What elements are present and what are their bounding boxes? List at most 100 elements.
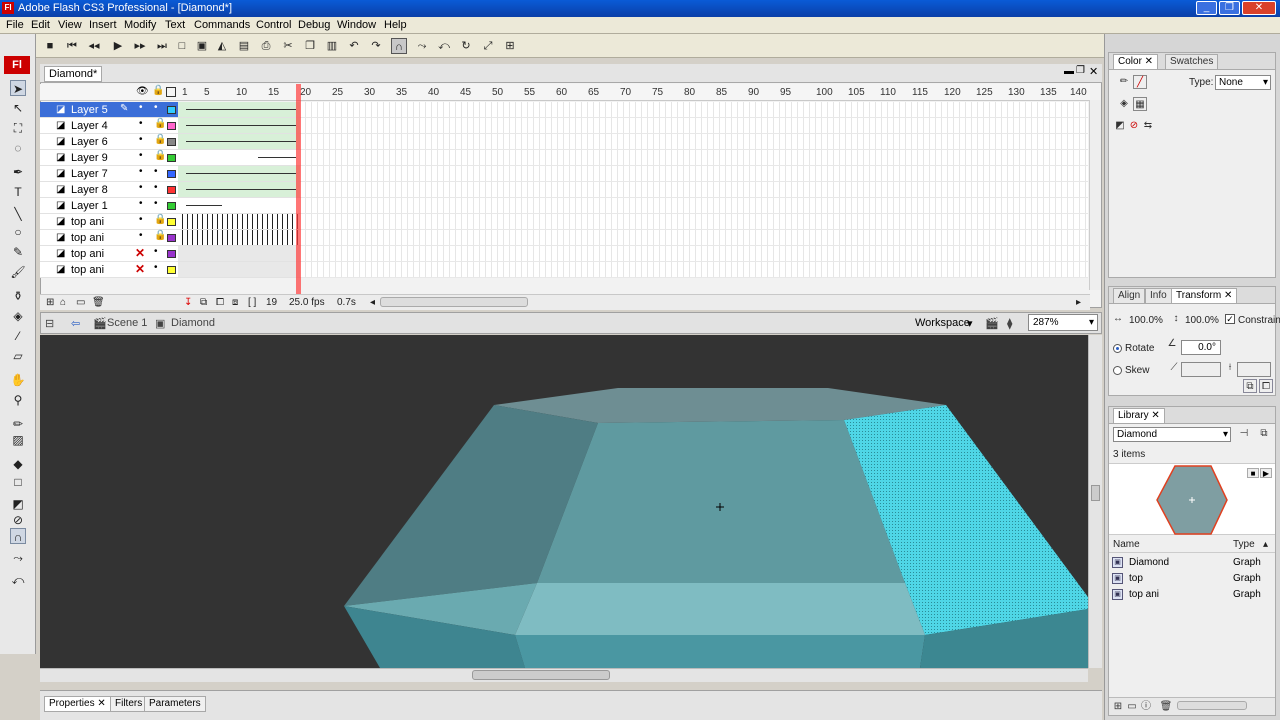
layer-color-swatch[interactable] bbox=[167, 234, 176, 242]
frame-span[interactable] bbox=[178, 134, 300, 150]
close-window-button[interactable]: ✕ bbox=[1242, 1, 1276, 15]
step-forward-icon[interactable]: ▸▸ bbox=[132, 38, 148, 54]
lock-dot[interactable]: • bbox=[154, 246, 158, 257]
frame-grid-row[interactable] bbox=[300, 134, 1088, 150]
subselection-tool-icon[interactable]: ↖ bbox=[10, 100, 26, 116]
lock-icon[interactable]: 🔒 bbox=[154, 134, 166, 145]
layer-row[interactable]: ◪ Layer 4 • 🔒 bbox=[40, 118, 178, 134]
visibility-dot[interactable]: • bbox=[139, 198, 143, 209]
frame-span[interactable] bbox=[178, 182, 300, 198]
frame-grid-row[interactable] bbox=[300, 102, 1088, 118]
eyedropper-tool-icon[interactable]: ⁄ bbox=[10, 328, 26, 344]
no-color-icon[interactable]: ⊘ bbox=[1127, 119, 1141, 133]
lock-icon[interactable]: 🔒 bbox=[154, 230, 166, 241]
modify-markers-icon[interactable]: [ ] bbox=[248, 297, 256, 308]
fill-type-select[interactable]: None ▾ bbox=[1215, 75, 1271, 90]
document-tab[interactable]: Diamond* bbox=[44, 66, 103, 82]
ink-bottle-tool-icon[interactable]: ⚱ bbox=[10, 288, 26, 304]
frame-span[interactable] bbox=[178, 150, 300, 166]
name-column-header[interactable]: Name bbox=[1113, 539, 1140, 550]
scene-breadcrumb[interactable]: Scene 1 bbox=[107, 317, 147, 329]
minimize-doc-icon[interactable]: ▬ bbox=[1064, 66, 1074, 77]
align-icon[interactable]: ⊞ bbox=[502, 38, 518, 54]
playhead[interactable] bbox=[296, 84, 301, 294]
layer-color-swatch[interactable] bbox=[167, 154, 176, 162]
menu-commands[interactable]: Commands bbox=[194, 19, 250, 31]
close-doc-icon[interactable]: ✕ bbox=[1089, 65, 1098, 78]
layer-row[interactable]: ◪ Layer 9 • 🔒 bbox=[40, 150, 178, 166]
skew-v-input[interactable] bbox=[1237, 362, 1271, 377]
menu-help[interactable]: Help bbox=[384, 19, 407, 31]
rotate-skew-icon[interactable]: ↻ bbox=[458, 38, 474, 54]
lock-dot[interactable]: • bbox=[154, 262, 158, 273]
library-row[interactable]: ▣ Diamond Graph bbox=[1109, 555, 1273, 571]
layer-row[interactable]: ◪ top ani • 🔒 bbox=[40, 214, 178, 230]
fill-bucket-icon[interactable]: ◆ bbox=[10, 456, 26, 472]
rotate-radio[interactable] bbox=[1113, 344, 1122, 353]
constrain-checkbox[interactable]: ✓ bbox=[1225, 314, 1235, 324]
pencil-tool-icon[interactable]: ✎ bbox=[10, 244, 26, 260]
layer-row[interactable]: ◪ top ani ✕ • bbox=[40, 262, 178, 278]
snap-magnet-icon[interactable]: ∩ bbox=[391, 38, 407, 54]
layer-row[interactable]: ◪ Layer 1 • • bbox=[40, 198, 178, 214]
no-color-swatch-icon[interactable]: ╱ bbox=[1133, 75, 1147, 89]
lock-dot[interactable]: • bbox=[154, 166, 158, 177]
skew-radio[interactable] bbox=[1113, 366, 1122, 375]
frame-span[interactable] bbox=[178, 102, 300, 118]
play-icon[interactable]: ▶ bbox=[110, 38, 126, 54]
pin-library-icon[interactable]: ⊣ bbox=[1237, 427, 1251, 441]
tab-properties[interactable]: Properties ✕ bbox=[44, 696, 111, 712]
no-color-icon[interactable]: ⊘ bbox=[10, 512, 26, 528]
frame-span[interactable] bbox=[178, 246, 300, 262]
add-folder-icon[interactable]: ▭ bbox=[76, 297, 85, 308]
redo-icon[interactable]: ↷ bbox=[368, 38, 384, 54]
layer-color-swatch[interactable] bbox=[167, 266, 176, 274]
scale-icon[interactable]: ⤢ bbox=[480, 38, 496, 54]
tab-info[interactable]: Info bbox=[1145, 288, 1172, 303]
text-tool-icon[interactable]: T bbox=[10, 184, 26, 200]
timeline-vertical-scrollbar[interactable] bbox=[1089, 100, 1101, 290]
edit-symbol-icon[interactable]: ⧫ bbox=[1007, 317, 1012, 330]
frame-grid-row[interactable] bbox=[300, 118, 1088, 134]
new-file-icon[interactable]: □ bbox=[174, 38, 190, 54]
layer-color-swatch[interactable] bbox=[167, 106, 176, 114]
frame-grid-row[interactable] bbox=[300, 198, 1088, 214]
new-folder-icon[interactable]: ▭ bbox=[1125, 700, 1139, 714]
frame-grid-row[interactable] bbox=[300, 214, 1088, 230]
frame-grid-row[interactable] bbox=[300, 230, 1088, 246]
lasso-tool-icon[interactable]: ◌ bbox=[10, 140, 26, 156]
stage-horizontal-scrollbar[interactable] bbox=[40, 668, 1088, 682]
layer-row[interactable]: ◪ Layer 7 • • bbox=[40, 166, 178, 182]
straighten-option-icon[interactable]: ⤺ bbox=[10, 572, 26, 588]
copy-icon[interactable]: ❐ bbox=[302, 38, 318, 54]
menu-view[interactable]: View bbox=[58, 19, 82, 31]
lock-dot[interactable]: • bbox=[154, 102, 158, 113]
frame-span[interactable] bbox=[178, 262, 300, 278]
open-folder-icon[interactable]: ▣ bbox=[194, 38, 210, 54]
frame-span[interactable] bbox=[178, 198, 300, 214]
visibility-dot[interactable]: • bbox=[139, 150, 143, 161]
restore-doc-icon[interactable]: ❐ bbox=[1076, 65, 1085, 76]
black-white-icon[interactable]: ◩ bbox=[1113, 119, 1127, 133]
layer-row[interactable]: ◪ top ani ✕ • bbox=[40, 246, 178, 262]
maximize-button[interactable]: ❐ bbox=[1219, 1, 1240, 15]
menu-file[interactable]: File bbox=[6, 19, 24, 31]
snap-to-objects-icon[interactable]: ∩ bbox=[10, 528, 26, 544]
tab-library[interactable]: Library ✕ bbox=[1113, 408, 1165, 423]
menu-modify[interactable]: Modify bbox=[124, 19, 156, 31]
fill-color-icon[interactable]: ▨ bbox=[10, 432, 26, 448]
frame-grid-row[interactable] bbox=[300, 182, 1088, 198]
tab-parameters[interactable]: Parameters bbox=[144, 696, 206, 712]
menu-text[interactable]: Text bbox=[165, 19, 185, 31]
swap-colors-icon[interactable]: □ bbox=[10, 474, 26, 490]
frame-grid-row[interactable] bbox=[300, 246, 1088, 262]
reset-transform-icon[interactable]: ⧠ bbox=[1259, 379, 1273, 393]
edit-multiple-icon[interactable]: ⧈ bbox=[232, 297, 238, 308]
line-tool-icon[interactable]: ╲ bbox=[10, 206, 26, 222]
zoom-select[interactable]: 287% ▾ bbox=[1028, 314, 1098, 331]
visibility-dot[interactable]: • bbox=[139, 134, 143, 145]
visibility-dot[interactable]: • bbox=[139, 118, 143, 129]
timeline-horizontal-scrollbar[interactable] bbox=[380, 297, 528, 307]
eye-icon[interactable]: 👁 bbox=[136, 86, 149, 97]
layer-color-swatch[interactable] bbox=[167, 202, 176, 210]
